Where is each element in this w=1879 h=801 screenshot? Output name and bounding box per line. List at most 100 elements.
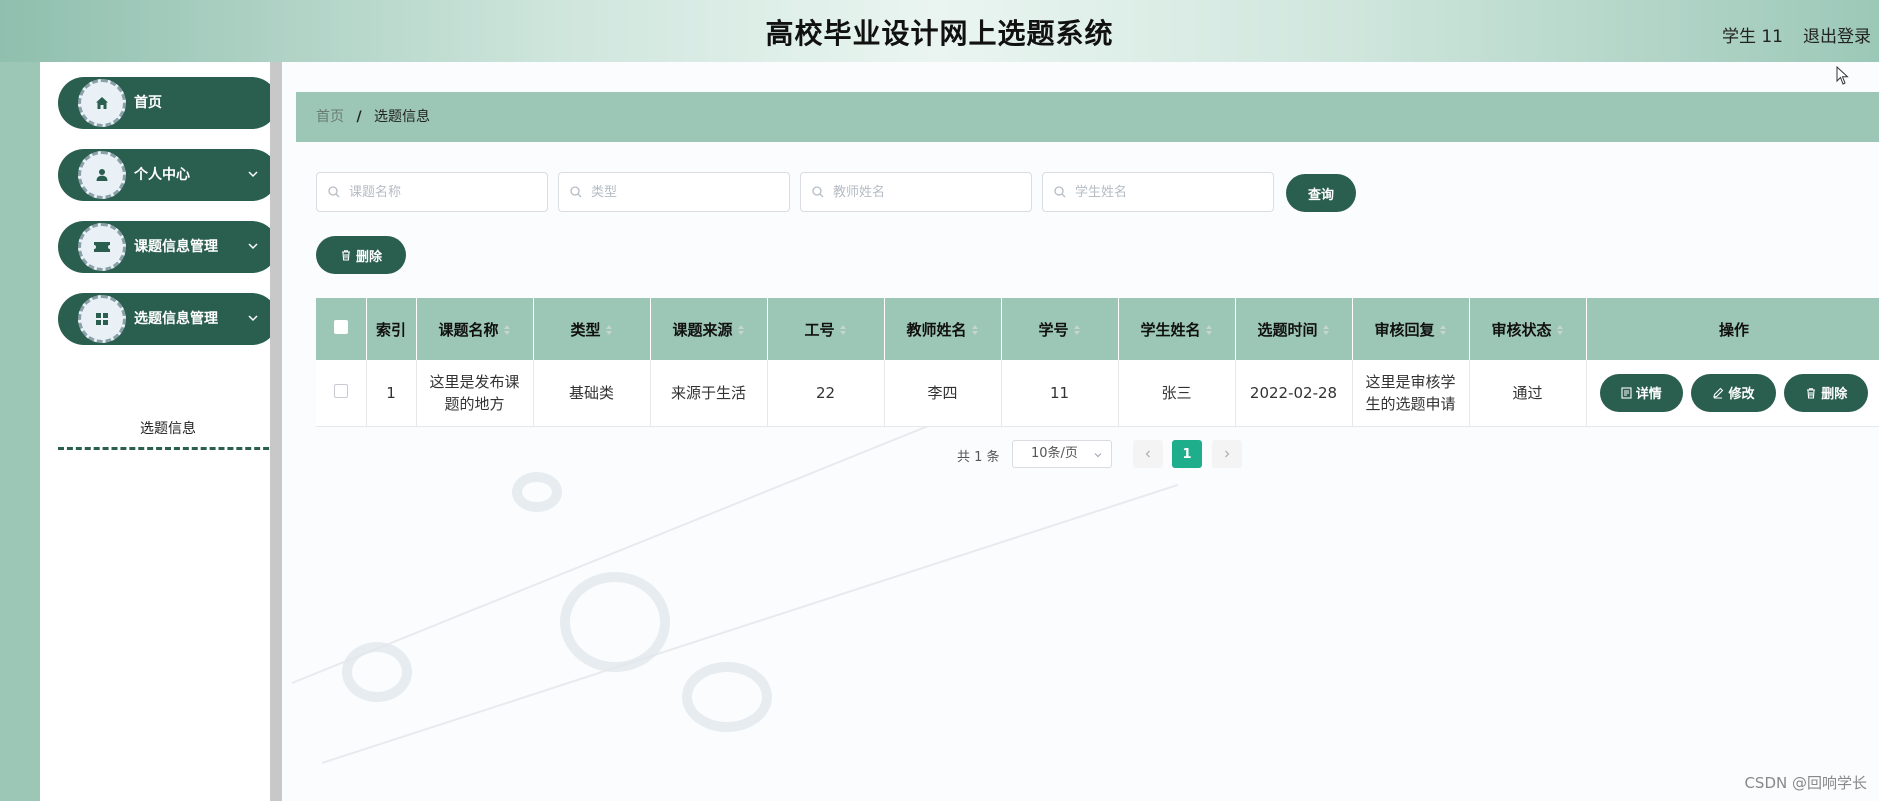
column-header-label: 课题名称 bbox=[438, 320, 499, 339]
sort-icon bbox=[1439, 325, 1446, 335]
user-icon bbox=[78, 151, 126, 199]
page-size-select[interactable]: 10条/页 bbox=[1012, 440, 1112, 468]
sidebar-item-personal-center[interactable]: 个人中心 bbox=[58, 149, 278, 201]
column-header-student-no[interactable]: 学号 bbox=[1001, 298, 1119, 360]
teacher-name-search-input[interactable] bbox=[800, 172, 1032, 212]
column-header-type[interactable]: 类型 bbox=[533, 298, 651, 360]
column-header-teacher[interactable]: 教师姓名 bbox=[884, 298, 1002, 360]
app-title: 高校毕业设计网上选题系统 bbox=[765, 17, 1114, 50]
sidebar-item-label: 选题信息管理 bbox=[134, 311, 218, 327]
ticket-icon bbox=[78, 223, 126, 271]
background-decoration bbox=[512, 472, 562, 512]
sort-icon bbox=[737, 325, 744, 335]
sidebar-item-selection-management[interactable]: 选题信息管理 bbox=[58, 293, 278, 345]
breadcrumb: 首页 / 选题信息 bbox=[296, 92, 1879, 142]
detail-button[interactable]: 详情 bbox=[1601, 375, 1681, 410]
left-decor-strip bbox=[0, 62, 40, 801]
delete-button[interactable]: 删除 bbox=[1786, 375, 1867, 410]
batch-delete-button[interactable]: 删除 bbox=[318, 238, 404, 272]
type-search-input[interactable] bbox=[558, 172, 790, 212]
sidebar-item-label: 首页 bbox=[134, 95, 162, 111]
column-header-label: 审核回复 bbox=[1374, 320, 1435, 339]
column-header-actions: 操作 bbox=[1586, 298, 1879, 360]
search-icon bbox=[328, 186, 340, 198]
select-all-checkbox[interactable] bbox=[333, 320, 348, 334]
sort-icon bbox=[503, 325, 510, 335]
column-header-label: 类型 bbox=[570, 320, 601, 339]
sort-icon bbox=[1556, 325, 1563, 335]
cell-status: 通过 bbox=[1469, 360, 1587, 427]
selection-table: 索引 课题名称 类型 课题来源 工号 教师姓名 学号 学生姓名 选题时间 审核回… bbox=[316, 298, 1879, 427]
batch-delete-label: 删除 bbox=[355, 249, 382, 265]
main-content: 首页 / 选题信息 查询 删除 索引 bbox=[282, 62, 1879, 801]
sidebar-item-label: 个人中心 bbox=[134, 167, 190, 183]
chevron-right-icon bbox=[1225, 450, 1230, 458]
current-user: 学生 11 bbox=[1721, 27, 1783, 47]
column-header-staff-no[interactable]: 工号 bbox=[767, 298, 885, 360]
cell-type: 基础类 bbox=[533, 360, 651, 427]
sidebar-item-topic-management[interactable]: 课题信息管理 bbox=[58, 221, 278, 273]
logout-link[interactable]: 退出登录 bbox=[1803, 22, 1871, 47]
prev-page-button[interactable] bbox=[1133, 440, 1163, 468]
cell-student: 张三 bbox=[1118, 360, 1236, 427]
sort-icon bbox=[605, 325, 612, 335]
cell-index: 1 bbox=[366, 360, 417, 427]
column-header-topic[interactable]: 课题名称 bbox=[416, 298, 534, 360]
cell-student-no: 11 bbox=[1001, 360, 1119, 427]
sidebar-item-home[interactable]: 首页 bbox=[58, 77, 278, 129]
delete-button-label: 删除 bbox=[1821, 387, 1848, 403]
cell-actions: 详情 修改 删除 bbox=[1586, 360, 1879, 427]
column-header-time[interactable]: 选题时间 bbox=[1235, 298, 1353, 360]
page-number-current[interactable]: 1 bbox=[1172, 440, 1202, 468]
cell-reply: 这里是审核学生的选题申请 bbox=[1352, 360, 1470, 427]
chevron-down-icon bbox=[248, 315, 258, 322]
cell-staff-no: 22 bbox=[767, 360, 885, 427]
column-header-label: 教师姓名 bbox=[906, 320, 967, 339]
page-size-value: 10条/页 bbox=[1031, 446, 1078, 461]
breadcrumb-home[interactable]: 首页 bbox=[316, 109, 344, 125]
background-decoration bbox=[560, 572, 670, 672]
sort-icon bbox=[1322, 325, 1329, 335]
background-decoration bbox=[342, 642, 412, 702]
column-header-label: 课题来源 bbox=[672, 320, 733, 339]
header-select-all[interactable] bbox=[316, 298, 367, 360]
table-header-row: 索引 课题名称 类型 课题来源 工号 教师姓名 学号 学生姓名 选题时间 审核回… bbox=[316, 298, 1879, 360]
column-header-label: 学生姓名 bbox=[1140, 320, 1201, 339]
edit-button[interactable]: 修改 bbox=[1693, 375, 1774, 410]
topic-name-search-input[interactable] bbox=[316, 172, 548, 212]
pagination: 共 1 条 10条/页 1 bbox=[282, 440, 1879, 468]
search-icon bbox=[570, 186, 582, 198]
column-header-source[interactable]: 课题来源 bbox=[650, 298, 768, 360]
breadcrumb-separator: / bbox=[356, 109, 362, 125]
cell-time: 2022-02-28 bbox=[1235, 360, 1353, 427]
pencil-icon bbox=[1713, 387, 1724, 399]
column-header-reply[interactable]: 审核回复 bbox=[1352, 298, 1470, 360]
home-icon bbox=[78, 79, 126, 127]
table-row: 1 这里是发布课题的地方 基础类 来源于生活 22 李四 11 张三 2022-… bbox=[316, 360, 1879, 427]
breadcrumb-current: 选题信息 bbox=[374, 109, 431, 125]
edit-button-label: 修改 bbox=[1728, 387, 1755, 403]
trash-icon bbox=[1807, 388, 1816, 399]
sort-icon bbox=[839, 325, 846, 335]
row-checkbox[interactable] bbox=[333, 383, 348, 398]
sort-icon bbox=[1205, 325, 1212, 335]
search-icon bbox=[812, 186, 824, 198]
top-bar: 高校毕业设计网上选题系统 学生 11 退出登录 bbox=[0, 0, 1879, 62]
sidebar: 首页 个人中心 课题信息管理 选题信息管理 选题信息 bbox=[40, 62, 278, 801]
column-header-index: 索引 bbox=[366, 298, 417, 360]
sort-icon bbox=[971, 325, 978, 335]
query-button[interactable]: 查询 bbox=[1288, 176, 1354, 210]
query-button-label: 查询 bbox=[1307, 187, 1334, 203]
row-select-cell[interactable] bbox=[316, 360, 367, 427]
chevron-down-icon bbox=[248, 171, 258, 178]
sidebar-divider bbox=[270, 62, 282, 801]
pagination-total: 共 1 条 bbox=[957, 450, 1000, 465]
next-page-button[interactable] bbox=[1212, 440, 1242, 468]
chevron-down-icon bbox=[1094, 453, 1102, 458]
column-header-student[interactable]: 学生姓名 bbox=[1118, 298, 1236, 360]
document-icon bbox=[1621, 387, 1632, 399]
student-name-search-input[interactable] bbox=[1042, 172, 1274, 212]
column-header-status[interactable]: 审核状态 bbox=[1469, 298, 1587, 360]
submenu-item-selection-info[interactable]: 选题信息 bbox=[58, 410, 278, 450]
sort-icon bbox=[1073, 325, 1080, 335]
